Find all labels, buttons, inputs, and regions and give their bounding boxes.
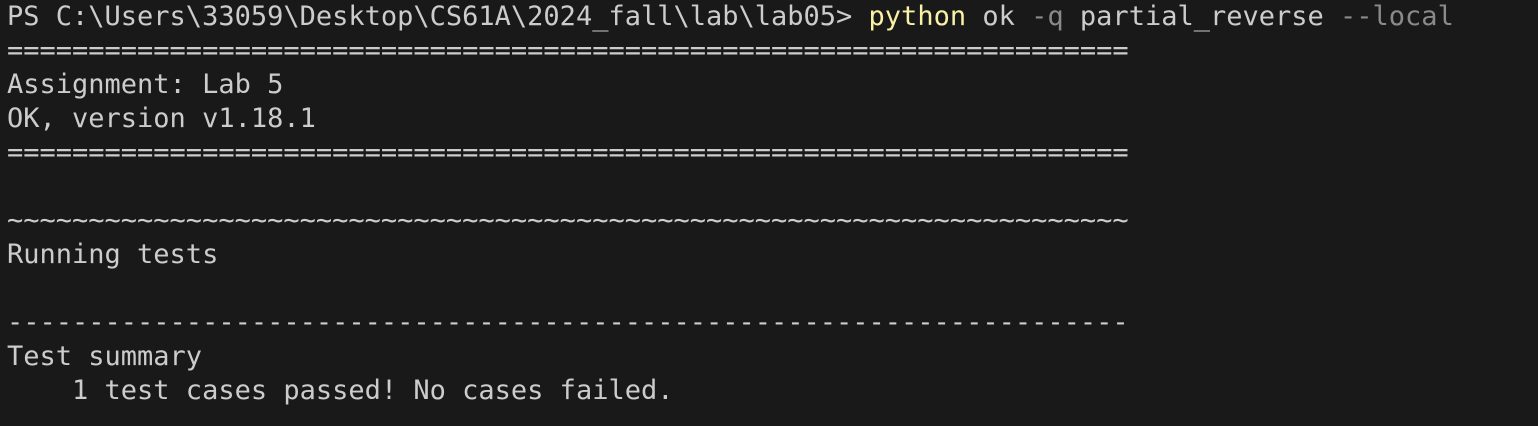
dash-separator: ----------------------------------------… [7, 307, 1129, 338]
separator-top: ========================================… [7, 35, 1129, 66]
running-tests-line: Running tests [7, 239, 219, 270]
test-summary-heading: Test summary [7, 341, 203, 372]
command-executable: python [868, 1, 967, 32]
command-line: PS C:\Users\33059\Desktop\CS61A\2024_fal… [7, 0, 1538, 34]
prompt: PS C:\Users\33059\Desktop\CS61A\2024_fal… [7, 1, 869, 32]
command-flag-q: -q [1031, 1, 1064, 32]
command-arg-test-name: partial_reverse [1079, 1, 1324, 32]
test-result-line: 1 test cases passed! No cases failed. [7, 375, 674, 406]
version-line: OK, version v1.18.1 [7, 103, 316, 134]
command-flag-local: --local [1340, 1, 1454, 32]
separator-bottom: ========================================… [7, 137, 1129, 168]
command-arg-ok: ok [982, 1, 1015, 32]
terminal-window[interactable]: PS C:\Users\33059\Desktop\CS61A\2024_fal… [0, 0, 1538, 426]
assignment-line: Assignment: Lab 5 [7, 69, 284, 100]
tilde-separator: ~~~~~~~~~~~~~~~~~~~~~~~~~~~~~~~~~~~~~~~~… [7, 205, 1129, 236]
